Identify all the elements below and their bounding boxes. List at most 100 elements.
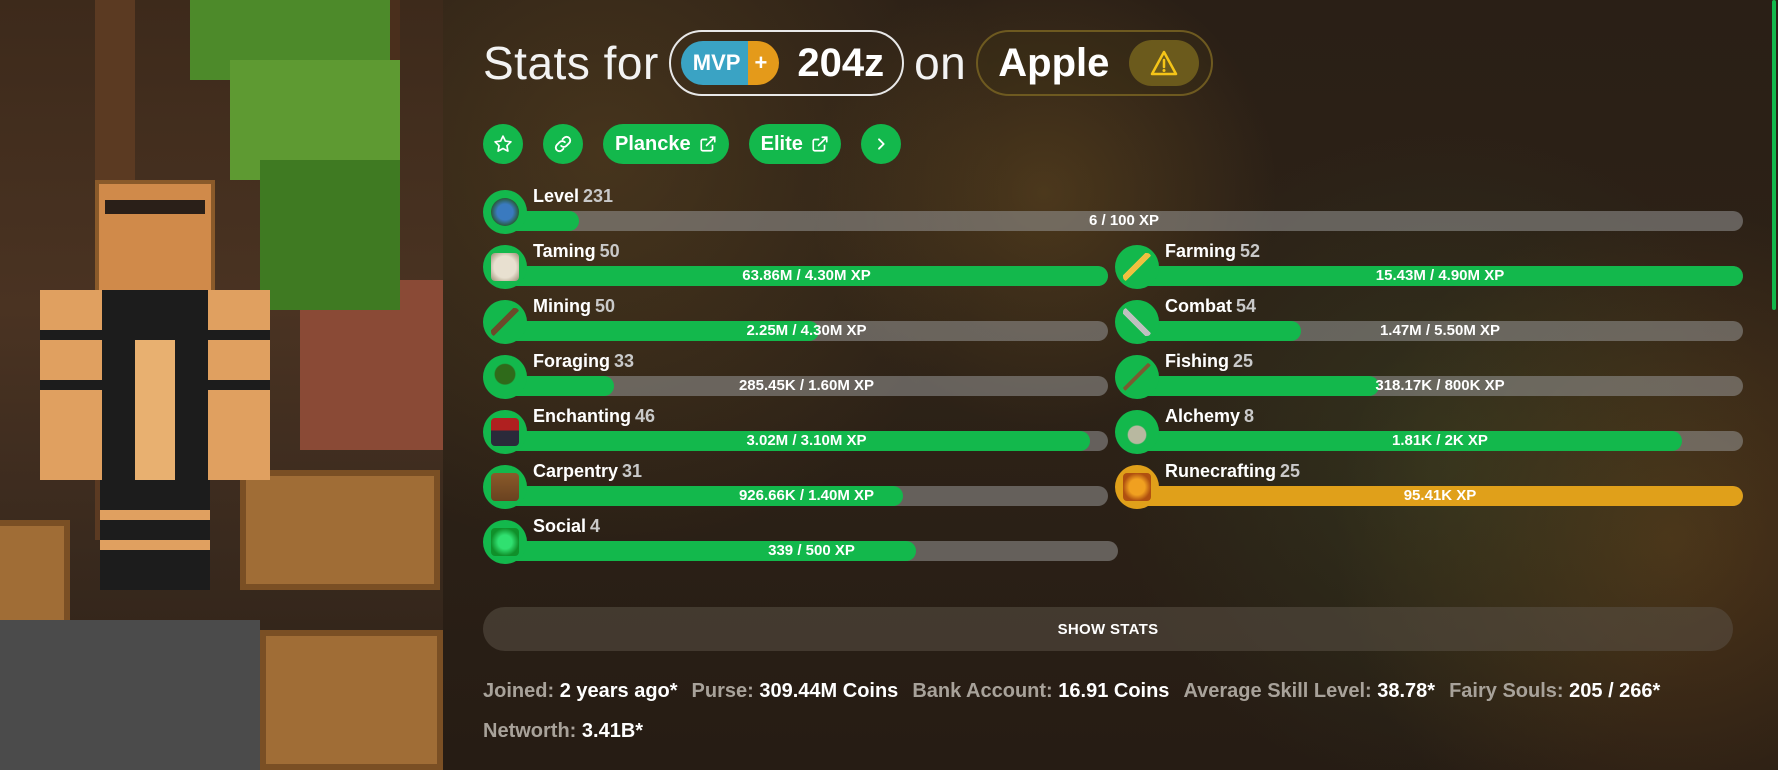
player-skin-render [0,0,443,770]
stats-panel: Stats for MVP + 204z on Apple Plancke El… [443,0,1778,770]
skill-row-taming: Taming 50 63.86M / 4.30M XP [483,241,1108,289]
magma-cream-icon-glyph [1123,473,1151,501]
rank-badge: MVP + [680,41,780,85]
skill-progress-bar: 926.66K / 1.40M XP [505,486,1108,506]
info-row-2: Networth: 3.41B* [483,720,643,743]
skill-progress-bar: 15.43M / 4.90M XP [1137,266,1743,286]
skill-name: Foraging [533,351,610,371]
link-icon [554,135,572,153]
bank-label: Bank Account: [912,680,1053,702]
emerald-icon-glyph [491,528,519,556]
skill-title: Alchemy 8 [1165,406,1254,427]
page-header: Stats for MVP + 204z on Apple [483,30,1214,96]
skill-title: Carpentry 31 [533,461,642,482]
skill-progress-bar: 1.47M / 5.50M XP [1137,321,1743,341]
skill-row-alchemy: Alchemy 8 1.81K / 2K XP [1115,406,1743,454]
sapling-icon-glyph [491,363,519,391]
pickaxe-icon [483,300,527,344]
skill-level: 50 [599,241,620,261]
skill-title: Social 4 [533,516,600,537]
skill-name: Mining [533,296,591,316]
magma-cream-icon [1115,465,1159,509]
skill-name: Carpentry [533,461,619,481]
enchanting-table-icon-glyph [491,418,519,446]
golden-hoe-icon [1115,245,1159,289]
enchanting-table-icon [483,410,527,454]
skill-level: 33 [614,351,635,371]
skill-xp: 285.45K / 1.60M XP [738,377,875,394]
skill-xp: 95.41K XP [1403,487,1477,504]
skill-level: 8 [1244,406,1255,426]
show-stats-button[interactable]: SHOW STATS [483,607,1733,651]
sapling-icon [483,355,527,399]
elite-link[interactable]: Elite [748,124,841,164]
skill-row-foraging: Foraging 33 285.45K / 1.60M XP [483,351,1108,399]
skill-progress-bar: 2.25M / 4.30M XP [505,321,1108,341]
skill-progress-bar: 285.45K / 1.60M XP [505,376,1108,396]
info-row-1: Joined: 2 years ago* Purse: 309.44M Coin… [483,680,1660,703]
crafting-table-icon [483,465,527,509]
skill-title: Farming 52 [1165,241,1260,262]
skill-xp: 63.86M / 4.30M XP [742,267,871,284]
fishing-rod-icon-glyph [1123,363,1151,391]
skill-row-enchanting: Enchanting 46 3.02M / 3.10M XP [483,406,1108,454]
header-prefix: Stats for [483,37,659,89]
level-value: 231 [583,186,614,206]
level-xp: 6 / 100 XP [1088,212,1160,229]
scrollbar[interactable] [1772,0,1776,310]
brewing-stand-icon [1115,410,1159,454]
joined-label: Joined: [483,680,555,702]
skill-level-row: Level 231 6 / 100 XP [483,186,1743,234]
skill-xp: 2.25M / 4.30M XP [746,322,867,339]
skill-xp: 926.66K / 1.40M XP [738,487,875,504]
skill-level: 54 [1236,296,1257,316]
skill-name: Social [533,516,587,536]
skill-level: 4 [590,516,601,536]
skill-row-fishing: Fishing 25 318.17K / 800K XP [1115,351,1743,399]
external-link-icon [700,136,716,152]
joined-value: 2 years ago* [559,680,678,702]
pickaxe-icon-glyph [491,308,519,336]
skill-xp: 15.43M / 4.90M XP [1375,267,1505,284]
more-links-button[interactable] [860,124,901,164]
skill-name: Runecrafting [1165,461,1277,481]
skill-row-social: Social 4 339 / 500 XP [483,516,1118,564]
skill-level: 46 [635,406,656,426]
player-name-pill[interactable]: MVP + 204z [668,30,905,96]
warning-button[interactable] [1129,40,1200,86]
share-link-button[interactable] [543,124,583,164]
skill-name: Taming [533,241,596,261]
skill-row-combat: Combat 54 1.47M / 5.50M XP [1115,296,1743,344]
elite-label: Elite [760,132,803,155]
earth-icon [483,190,527,234]
skill-level: 31 [622,461,643,481]
skill-title: Taming 50 [533,241,620,262]
skill-title: Enchanting 46 [533,406,655,427]
profile-selector[interactable]: Apple [976,30,1214,96]
plancke-label: Plancke [615,132,691,155]
profile-name: Apple [998,40,1110,85]
fairy-souls-value: 205 / 266* [1569,680,1661,702]
purse-value: 309.44M Coins [759,680,899,702]
purse-label: Purse: [691,680,754,702]
favorite-button[interactable] [483,124,523,164]
link-row: Plancke Elite [483,124,901,164]
skill-title: Runecrafting 25 [1165,461,1300,482]
skill-level: 52 [1240,241,1261,261]
avg-skill-label: Average Skill Level: [1183,680,1372,702]
warning-triangle-icon [1151,50,1178,76]
star-icon [494,135,512,152]
golden-hoe-icon-glyph [1123,253,1151,281]
fairy-souls-label: Fairy Souls: [1449,680,1564,702]
skill-xp: 318.17K / 800K XP [1375,377,1505,394]
skill-title: Foraging 33 [533,351,634,372]
networth-value: 3.41B* [581,720,644,742]
skill-progress-bar: 95.41K XP [1137,486,1743,506]
plancke-link[interactable]: Plancke [603,124,729,164]
skill-name: Alchemy [1165,406,1241,426]
skill-level: 25 [1233,351,1254,371]
level-label: Level [533,186,580,206]
spawn-egg-icon [483,245,527,289]
networth-label: Networth: [483,720,577,742]
spawn-egg-icon-glyph [491,253,519,281]
